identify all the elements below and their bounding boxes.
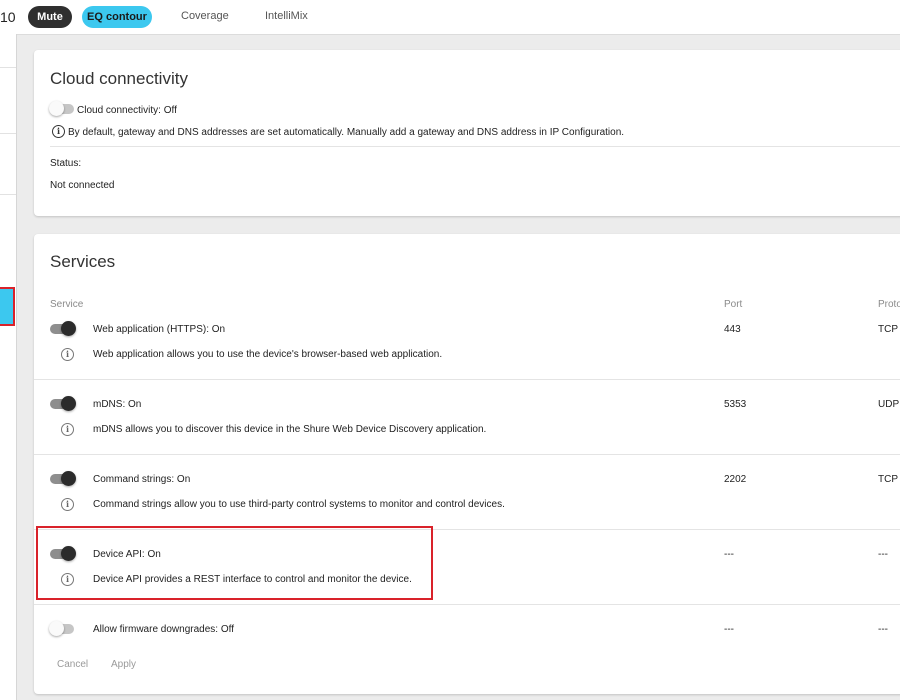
web-application-port: 443 [724,324,741,335]
column-header-port: Port [724,299,743,310]
apply-button[interactable]: Apply [111,659,136,670]
info-icon: i [61,423,74,436]
cloud-info-text: By default, gateway and DNS addresses ar… [68,127,625,138]
cloud-connectivity-title: Cloud connectivity [50,69,188,88]
firmware-downgrade-toggle[interactable] [49,621,76,636]
services-title: Services [50,252,116,271]
mdns-label: mDNS: On [93,399,142,410]
command-strings-toggle[interactable] [50,471,76,486]
command-strings-label: Command strings: On [93,474,191,485]
mdns-toggle[interactable] [50,396,76,411]
info-icon: i [61,498,74,511]
web-application-toggle[interactable] [50,321,76,336]
divider [50,146,900,147]
sidebar-item-selected[interactable] [0,287,15,326]
command-strings-port: 2202 [724,474,747,485]
web-application-protocol: TCP [878,324,898,335]
info-icon: i [61,348,74,361]
mdns-port: 5353 [724,399,747,410]
tab-coverage[interactable]: Coverage [181,10,229,22]
sidebar-divider [0,194,16,195]
mdns-desc: mDNS allows you to discover this device … [93,424,487,435]
device-api-protocol: --- [878,549,888,560]
status-value: Not connected [50,180,115,191]
info-icon: i [52,125,65,138]
top-bar: 10 Mute EQ contour Coverage IntelliMix [0,0,900,35]
firmware-downgrade-protocol: --- [878,624,888,635]
services-card: Services Service Port Proto Web applicat… [34,234,900,694]
cancel-button[interactable]: Cancel [57,659,88,670]
sidebar [0,34,17,700]
cloud-connectivity-toggle-label: Cloud connectivity: Off [77,105,177,116]
eq-contour-button[interactable]: EQ contour [82,6,152,28]
highlight-box [36,526,433,600]
web-application-desc: Web application allows you to use the de… [93,349,443,360]
web-application-label: Web application (HTTPS): On [93,324,226,335]
command-strings-protocol: TCP [878,474,898,485]
sidebar-divider [0,67,16,68]
tab-intellimix[interactable]: IntelliMix [265,10,308,22]
divider [34,604,900,605]
column-header-service: Service [50,299,84,310]
firmware-downgrade-port: --- [724,624,734,635]
column-header-protocol: Proto [878,299,900,310]
divider [34,454,900,455]
sidebar-divider [0,133,16,134]
device-api-port: --- [724,549,734,560]
truncated-value: 10 [0,9,16,25]
status-label: Status: [50,158,82,169]
cloud-connectivity-toggle[interactable] [49,101,76,116]
mdns-protocol: UDP [878,399,900,410]
cloud-connectivity-card: Cloud connectivity Cloud connectivity: O… [34,50,900,216]
firmware-downgrade-label: Allow firmware downgrades: Off [93,624,234,635]
divider [34,379,900,380]
mute-button[interactable]: Mute [28,6,72,28]
command-strings-desc: Command strings allow you to use third-p… [93,499,505,510]
